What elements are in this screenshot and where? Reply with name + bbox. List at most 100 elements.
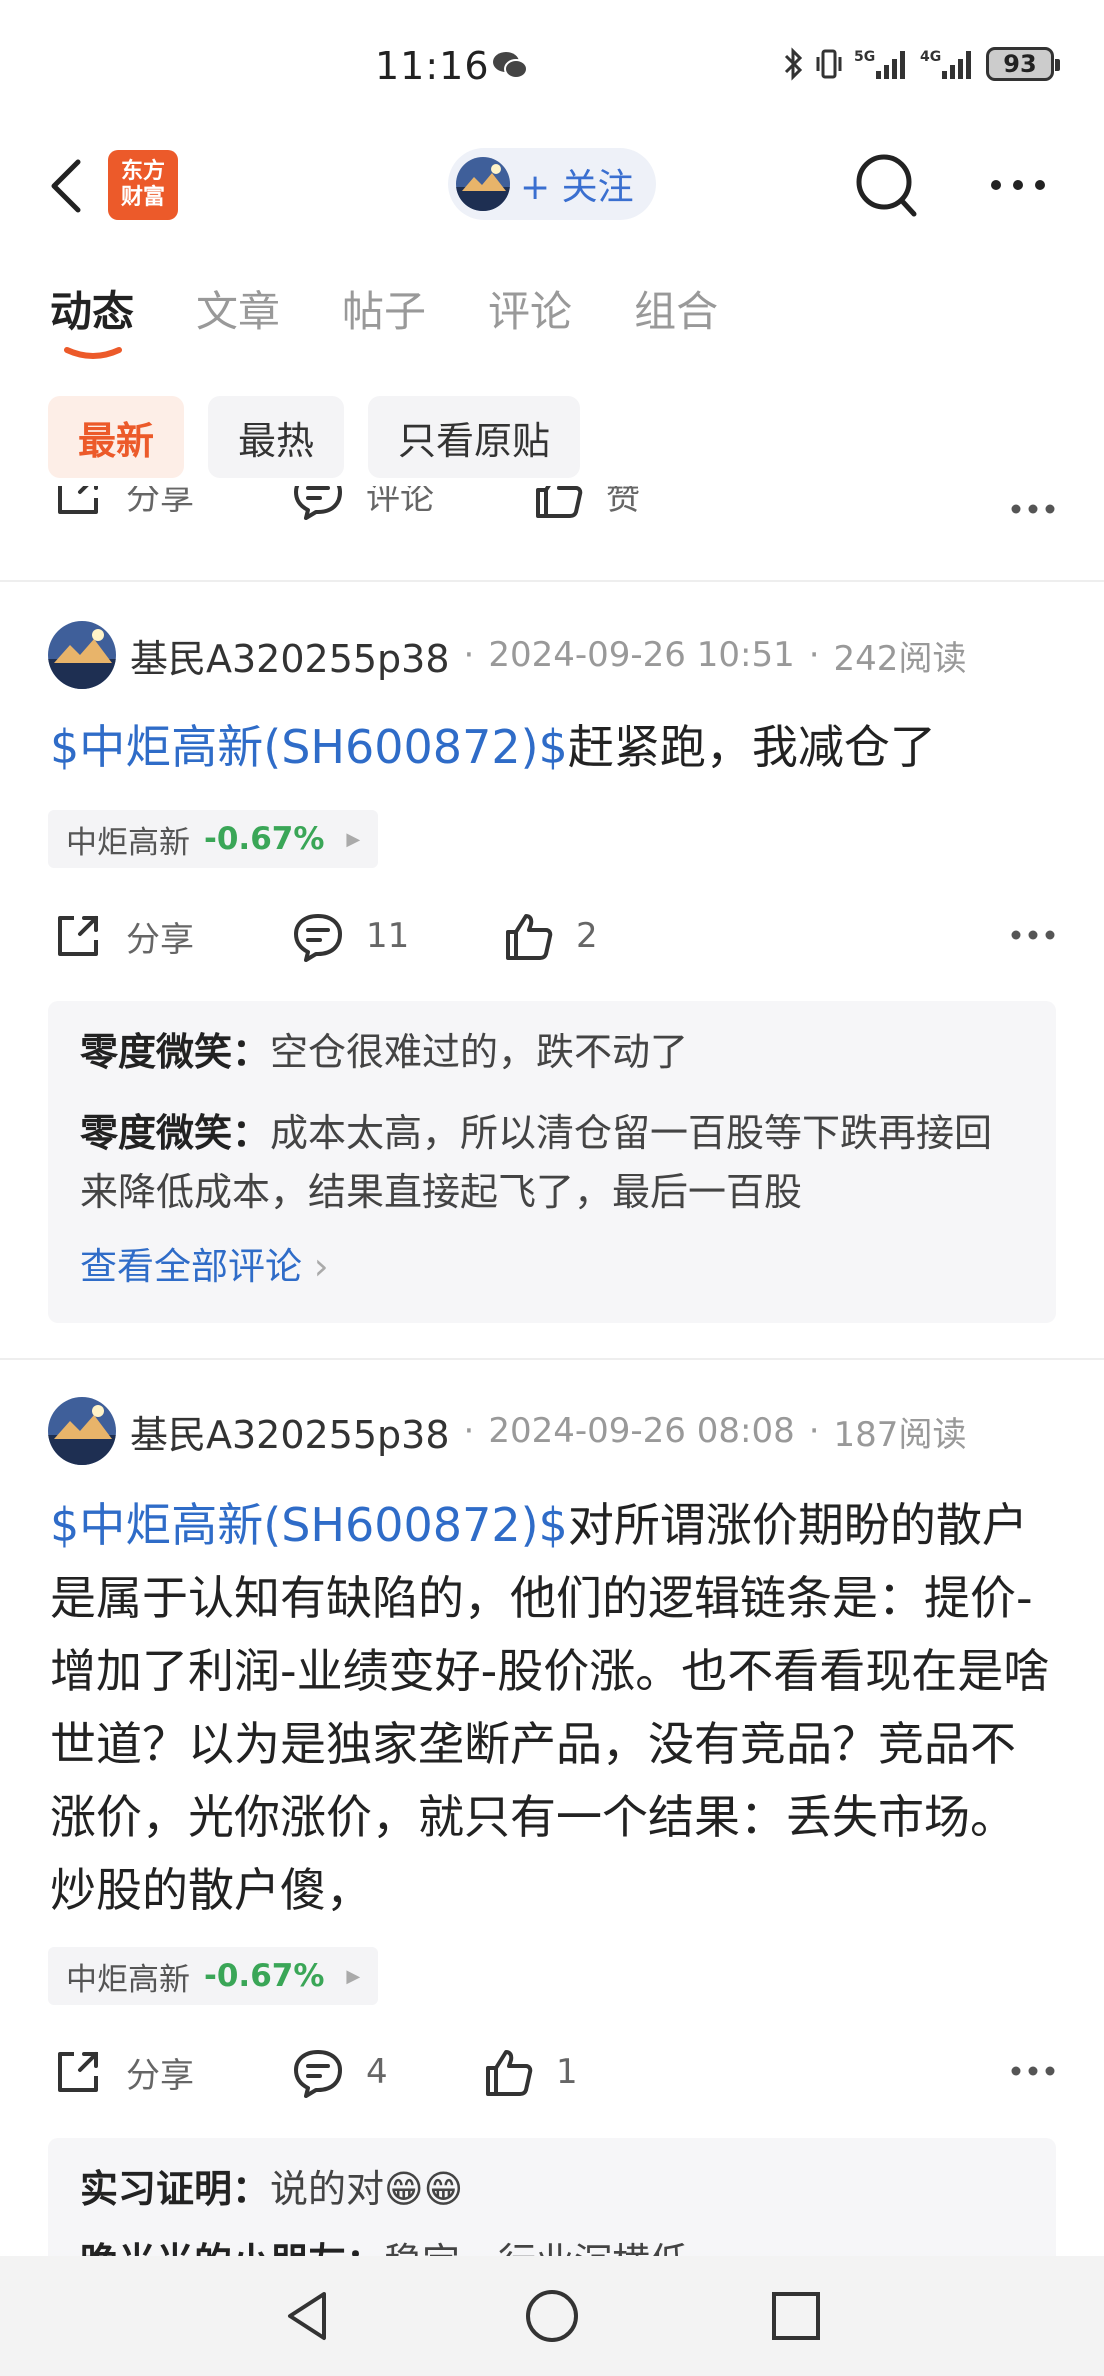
- post-more-icon[interactable]: [1010, 2064, 1056, 2078]
- system-navigation-bar: [0, 2256, 1104, 2376]
- like-count: 1: [556, 2052, 578, 2092]
- post-content[interactable]: $中炬高新(SH600872)$对所谓涨价期盼的散户是属于认知有缺陷的，他们的逻…: [50, 1489, 1060, 1927]
- comment-preview[interactable]: 零度微笑：空仓很难过的，跌不动了 零度微笑：成本太高，所以清仓留一百股等下跌再接…: [48, 1001, 1056, 1323]
- follow-button[interactable]: + 关注: [448, 148, 656, 220]
- stock-change: -0.67%: [204, 821, 325, 857]
- filter-hottest[interactable]: 最热: [208, 396, 345, 478]
- more-options-icon[interactable]: [988, 170, 1048, 200]
- like-button[interactable]: 2: [500, 906, 598, 966]
- post-header: 基民A320255p38 · 2024-09-26 10:51 · 242阅读: [48, 619, 1058, 691]
- sort-filters: 最新 最热 只看原贴: [48, 396, 581, 478]
- status-time: 11:16: [375, 44, 490, 88]
- nav-recents-icon[interactable]: [766, 2286, 826, 2346]
- share-button[interactable]: 分享: [50, 2042, 194, 2102]
- logo-line-2: 财富: [120, 185, 165, 210]
- comment-item: 零度微笑：空仓很难过的，跌不动了: [80, 1023, 1024, 1082]
- signal-5g-icon: 5G: [854, 49, 905, 79]
- meta-separator: ·: [808, 635, 820, 675]
- stock-tag-link[interactable]: $中炬高新(SH600872)$: [50, 720, 568, 774]
- tab-dynamics[interactable]: 动态: [50, 278, 135, 359]
- comment-button[interactable]: 4: [290, 2042, 388, 2102]
- signal-4g-icon: 4G: [920, 49, 971, 79]
- tab-comments[interactable]: 评论: [488, 278, 572, 348]
- stock-tag-link[interactable]: $中炬高新(SH600872)$: [50, 1498, 568, 1552]
- tab-posts[interactable]: 帖子: [342, 278, 426, 348]
- stock-quote-chip[interactable]: 中炬高新 -0.67% ▶: [48, 1947, 379, 2005]
- post-time: 2024-09-26 10:51: [488, 635, 795, 675]
- author-name[interactable]: 基民A320255p38: [130, 628, 450, 683]
- post-text: 赶紧跑，我减仓了: [567, 720, 936, 774]
- net-5g-label: 5G: [854, 49, 875, 65]
- comment-item: 实习证明：说的对😁😁: [80, 2160, 1024, 2219]
- comment-icon: [294, 914, 342, 962]
- chevron-right-icon: ▶: [346, 1965, 361, 1987]
- meta-separator: ·: [463, 635, 475, 675]
- comment-user[interactable]: 实习证明: [80, 2167, 232, 2211]
- stock-quote-chip[interactable]: 中炬高新 -0.67% ▶: [48, 810, 379, 868]
- net-4g-label: 4G: [920, 49, 941, 65]
- tab-articles[interactable]: 文章: [196, 278, 280, 348]
- share-icon: [58, 486, 98, 514]
- stock-name: 中炬高新: [66, 824, 190, 861]
- nav-back-icon[interactable]: [278, 2286, 338, 2346]
- author-avatar[interactable]: [48, 621, 116, 689]
- colon: ：: [232, 2167, 271, 2211]
- stock-name: 中炬高新: [66, 1961, 190, 1998]
- meta-separator: ·: [463, 1411, 475, 1451]
- post-header: 基民A320255p38 · 2024-09-26 08:08 · 187阅读: [48, 1395, 1058, 1467]
- thumbs-up-icon: [506, 914, 553, 960]
- active-tab-indicator: [64, 347, 122, 359]
- filter-original-only[interactable]: 只看原贴: [368, 396, 581, 478]
- status-bar: 11:16 5G 4G 93: [0, 0, 1104, 130]
- comment-user[interactable]: 零度微笑: [80, 1111, 232, 1155]
- see-all-comments-link[interactable]: 查看全部评论 ›: [80, 1236, 1024, 1290]
- read-count: 242阅读: [833, 638, 967, 679]
- tab-label: 动态: [50, 287, 135, 336]
- wechat-icon: [493, 52, 528, 79]
- author-avatar[interactable]: [48, 1397, 116, 1465]
- comment-user[interactable]: 零度微笑: [80, 1030, 232, 1074]
- chevron-right-icon: ▶: [346, 828, 361, 850]
- filter-latest[interactable]: 最新: [48, 396, 185, 478]
- tab-portfolio[interactable]: 组合: [634, 278, 718, 348]
- search-icon[interactable]: [854, 152, 920, 222]
- logo-line-1: 东方: [120, 159, 165, 184]
- vibrate-icon: [816, 49, 842, 79]
- like-count: 2: [576, 916, 598, 956]
- comment-text: 空仓很难过的，跌不动了: [270, 1030, 689, 1074]
- back-arrow-icon[interactable]: [44, 154, 94, 218]
- thumbs-up-icon: [486, 2050, 533, 2096]
- share-button[interactable]: 分享: [50, 486, 194, 524]
- share-button[interactable]: 分享: [50, 906, 194, 966]
- post-content[interactable]: $中炬高新(SH600872)$赶紧跑，我减仓了: [50, 711, 1060, 784]
- post-text: 对所谓涨价期盼的散户是属于认知有缺陷的，他们的逻辑链条是：提价-增加了利润-业绩…: [50, 1498, 1050, 1917]
- comment-button[interactable]: 评论: [290, 486, 434, 524]
- share-label: 分享: [126, 2055, 194, 2096]
- share-icon: [58, 916, 98, 956]
- see-all-label: 查看全部评论: [80, 1245, 302, 1288]
- comment-text: 稳定，行业沉横低: [384, 2240, 688, 2256]
- comment-user[interactable]: 晚光光的小朋友: [80, 2240, 346, 2256]
- bluetooth-icon: [784, 47, 803, 81]
- comment-button[interactable]: 11: [290, 906, 409, 966]
- stock-change: -0.67%: [204, 1958, 325, 1994]
- comment-label: 评论: [366, 486, 434, 518]
- post-actions: 分享 4 1: [0, 2042, 1104, 2102]
- eastmoney-logo[interactable]: 东方 财富: [108, 150, 178, 220]
- like-button[interactable]: 赞: [530, 486, 640, 524]
- post-more-icon[interactable]: [1010, 502, 1056, 516]
- like-button[interactable]: 1: [480, 2042, 578, 2102]
- comment-item: 零度微笑：成本太高，所以清仓留一百股等下跌再接回来降低成本，结果直接起飞了，最后…: [80, 1104, 1024, 1222]
- comment-preview[interactable]: 实习证明：说的对😁😁 晚光光的小朋友 ： 稳定，行业沉横低: [48, 2138, 1056, 2256]
- nav-home-icon[interactable]: [522, 2286, 582, 2346]
- author-name[interactable]: 基民A320255p38: [130, 1404, 450, 1459]
- follow-label: + 关注: [520, 167, 634, 208]
- post-more-icon[interactable]: [1010, 928, 1056, 942]
- colon: ：: [232, 1030, 271, 1074]
- divider: [0, 580, 1104, 582]
- meta-separator: ·: [808, 1411, 820, 1451]
- share-label: 分享: [126, 919, 194, 960]
- user-avatar: [456, 157, 510, 211]
- battery-icon: 93: [986, 47, 1060, 81]
- status-icons: 5G 4G 93: [782, 44, 1060, 84]
